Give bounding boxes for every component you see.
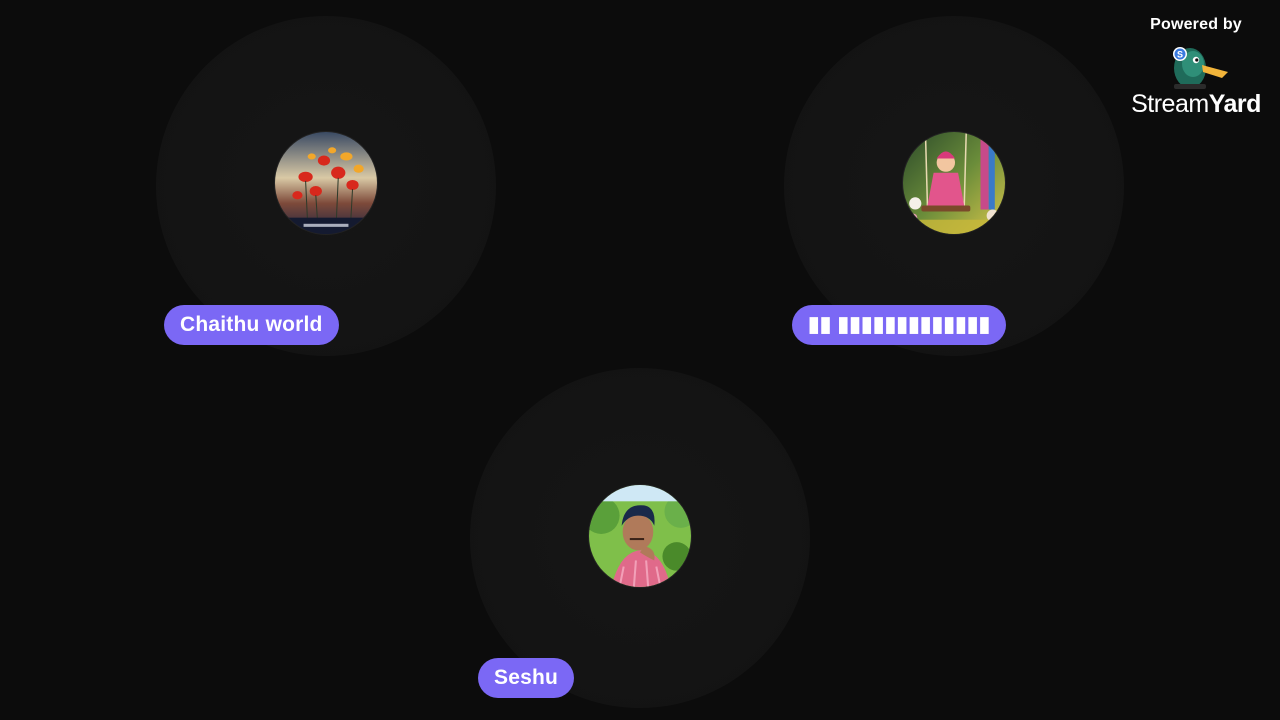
stream-stage: Chaithu world ▮▮ ▮▮▮▮▮▮▮▮▮▮▮▮▮ Seshu Pow…: [0, 0, 1280, 720]
streamyard-branding: Powered by S StreamYard: [1126, 16, 1266, 119]
participant-avatar: [589, 485, 691, 587]
powered-by-label: Powered by: [1150, 16, 1242, 33]
wordmark-yard: Yard: [1208, 90, 1262, 118]
participant-name-tag: Chaithu world: [164, 305, 339, 345]
flowers-avatar-image: [275, 132, 377, 234]
participant-name-tag: ▮▮ ▮▮▮▮▮▮▮▮▮▮▮▮▮: [792, 305, 1007, 345]
streamyard-wordmark: StreamYard: [1126, 90, 1266, 119]
participant-name-tag: Seshu: [478, 658, 575, 698]
wordmark-stream: Stream: [1131, 90, 1209, 118]
participant-avatar: [275, 132, 377, 234]
participant-avatar: [903, 132, 1005, 234]
duck-icon: S: [1173, 47, 1228, 89]
man-photo-avatar-image: [589, 485, 691, 587]
child-on-swing-avatar-image: [903, 132, 1005, 234]
svg-text:S: S: [1177, 50, 1183, 60]
